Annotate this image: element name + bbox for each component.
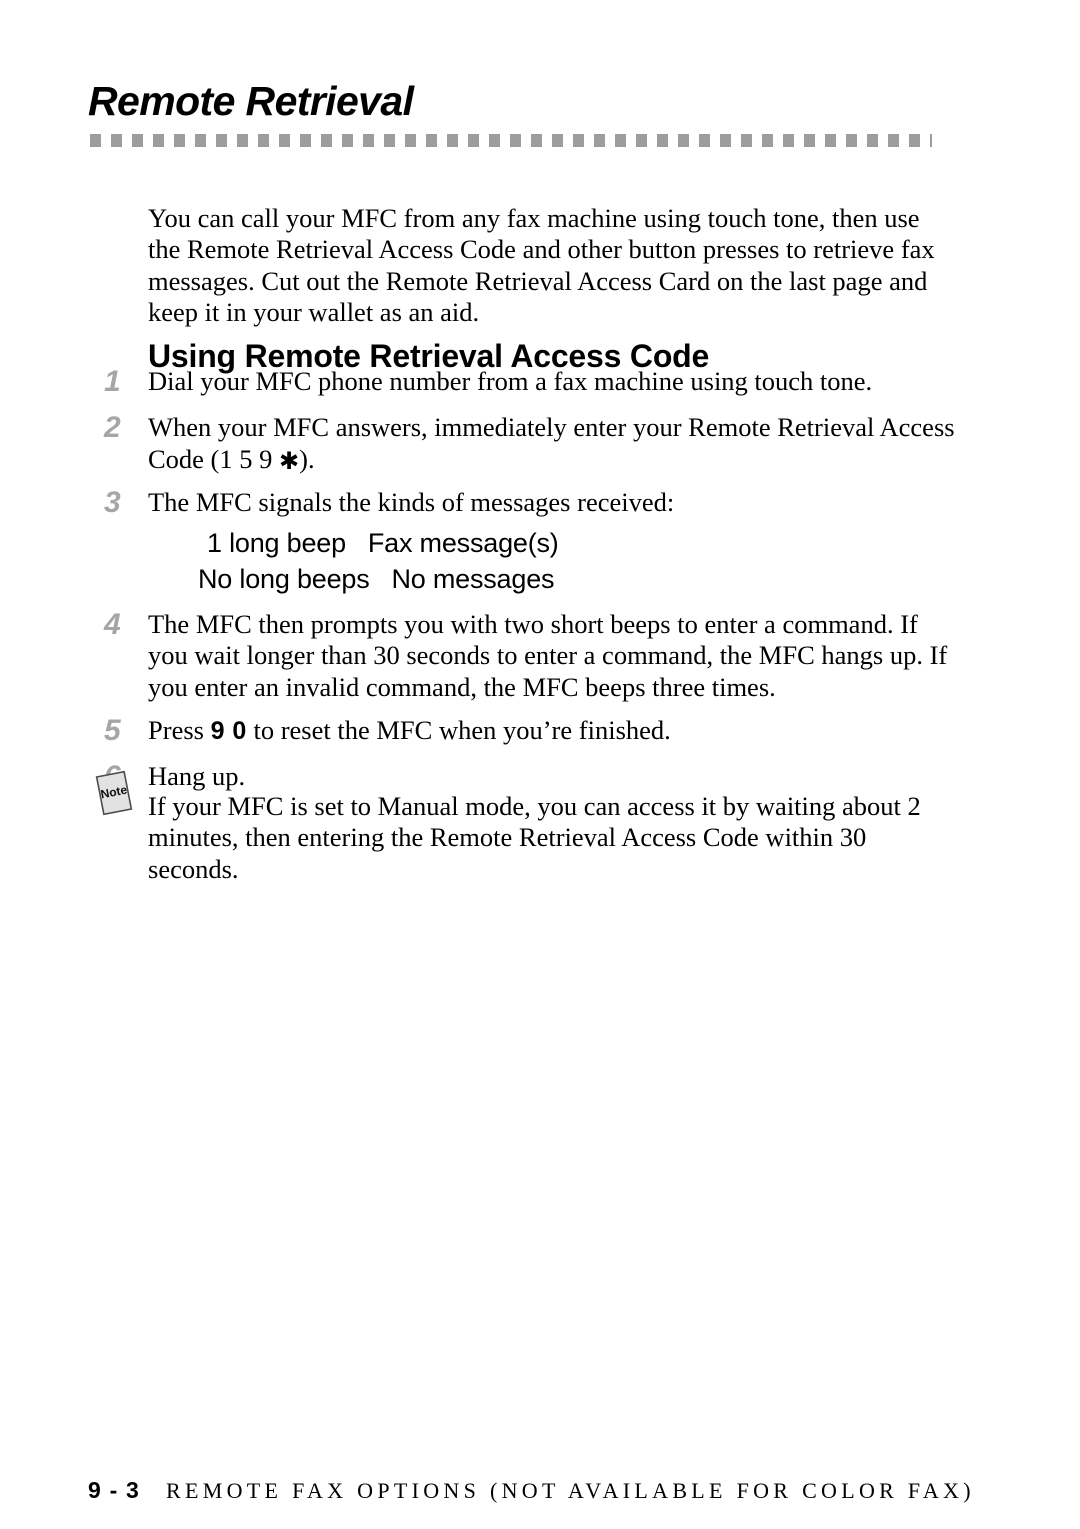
- beep-meaning: No messages: [391, 563, 555, 594]
- intro-paragraph: You can call your MFC from any fax machi…: [148, 202, 935, 328]
- steps-list: 1 Dial your MFC phone number from a fax …: [0, 365, 1080, 807]
- note-text: If your MFC is set to Manual mode, you c…: [148, 790, 921, 884]
- beep-gap: [370, 564, 392, 594]
- step-number: 4: [104, 607, 121, 641]
- note-icon: Note: [92, 770, 136, 816]
- beep-signal: 1 long beep: [207, 527, 346, 558]
- step-text-after: ).: [299, 443, 315, 474]
- step-number: 5: [104, 714, 121, 747]
- beep-meaning: Fax message(s): [367, 527, 559, 558]
- table-row: 1 long beep Fax message(s): [148, 525, 960, 561]
- step-text-before: When your MFC answers, immediately enter…: [148, 412, 955, 474]
- list-item: 5 Press 9 0 to reset the MFC when you’re…: [0, 714, 1080, 749]
- page-title: Remote Retrieval: [88, 78, 414, 124]
- title-divider: [90, 134, 932, 147]
- page-footer: 9 - 3 REMOTE FAX OPTIONS (NOT AVAILABLE …: [88, 1477, 975, 1504]
- footer-page-number: 9 - 3: [88, 1477, 141, 1503]
- step-number: 3: [104, 486, 121, 519]
- step-text: The MFC signals the kinds of messages re…: [148, 487, 675, 517]
- step-number: 2: [104, 411, 121, 444]
- list-item: 4 The MFC then prompts you with two shor…: [0, 607, 1080, 704]
- manual-page: Remote Retrieval You can call your MFC f…: [0, 0, 1080, 1529]
- step-text: When your MFC answers, immediately enter…: [148, 412, 955, 474]
- note-callout: Note If your MFC is set to Manual mode, …: [0, 764, 1080, 912]
- keypad-key-label: 9 0: [210, 717, 247, 745]
- beep-signal: No long beeps: [198, 563, 370, 594]
- list-item: 1 Dial your MFC phone number from a fax …: [0, 365, 1080, 400]
- step-text: Press 9 0 to reset the MFC when you’re f…: [148, 715, 671, 745]
- step-number: 1: [104, 365, 121, 398]
- step-text-after: to reset the MFC when you’re finished.: [246, 715, 671, 745]
- footer-chapter-label: REMOTE FAX OPTIONS (NOT AVAILABLE FOR CO…: [166, 1478, 975, 1503]
- step-text: Dial your MFC phone number from a fax ma…: [148, 366, 873, 396]
- table-row: No long beeps No messages: [148, 561, 960, 597]
- list-item: 3 The MFC signals the kinds of messages …: [0, 486, 1080, 597]
- step-text: The MFC then prompts you with two short …: [148, 608, 948, 702]
- list-item: 2 When your MFC answers, immediately ent…: [0, 411, 1080, 475]
- beep-gap: [346, 528, 368, 558]
- beep-signal-table: 1 long beep Fax message(s) No long beeps…: [148, 525, 960, 597]
- asterisk-key-icon: ✱: [279, 446, 300, 475]
- step-text-before: Press: [148, 715, 211, 745]
